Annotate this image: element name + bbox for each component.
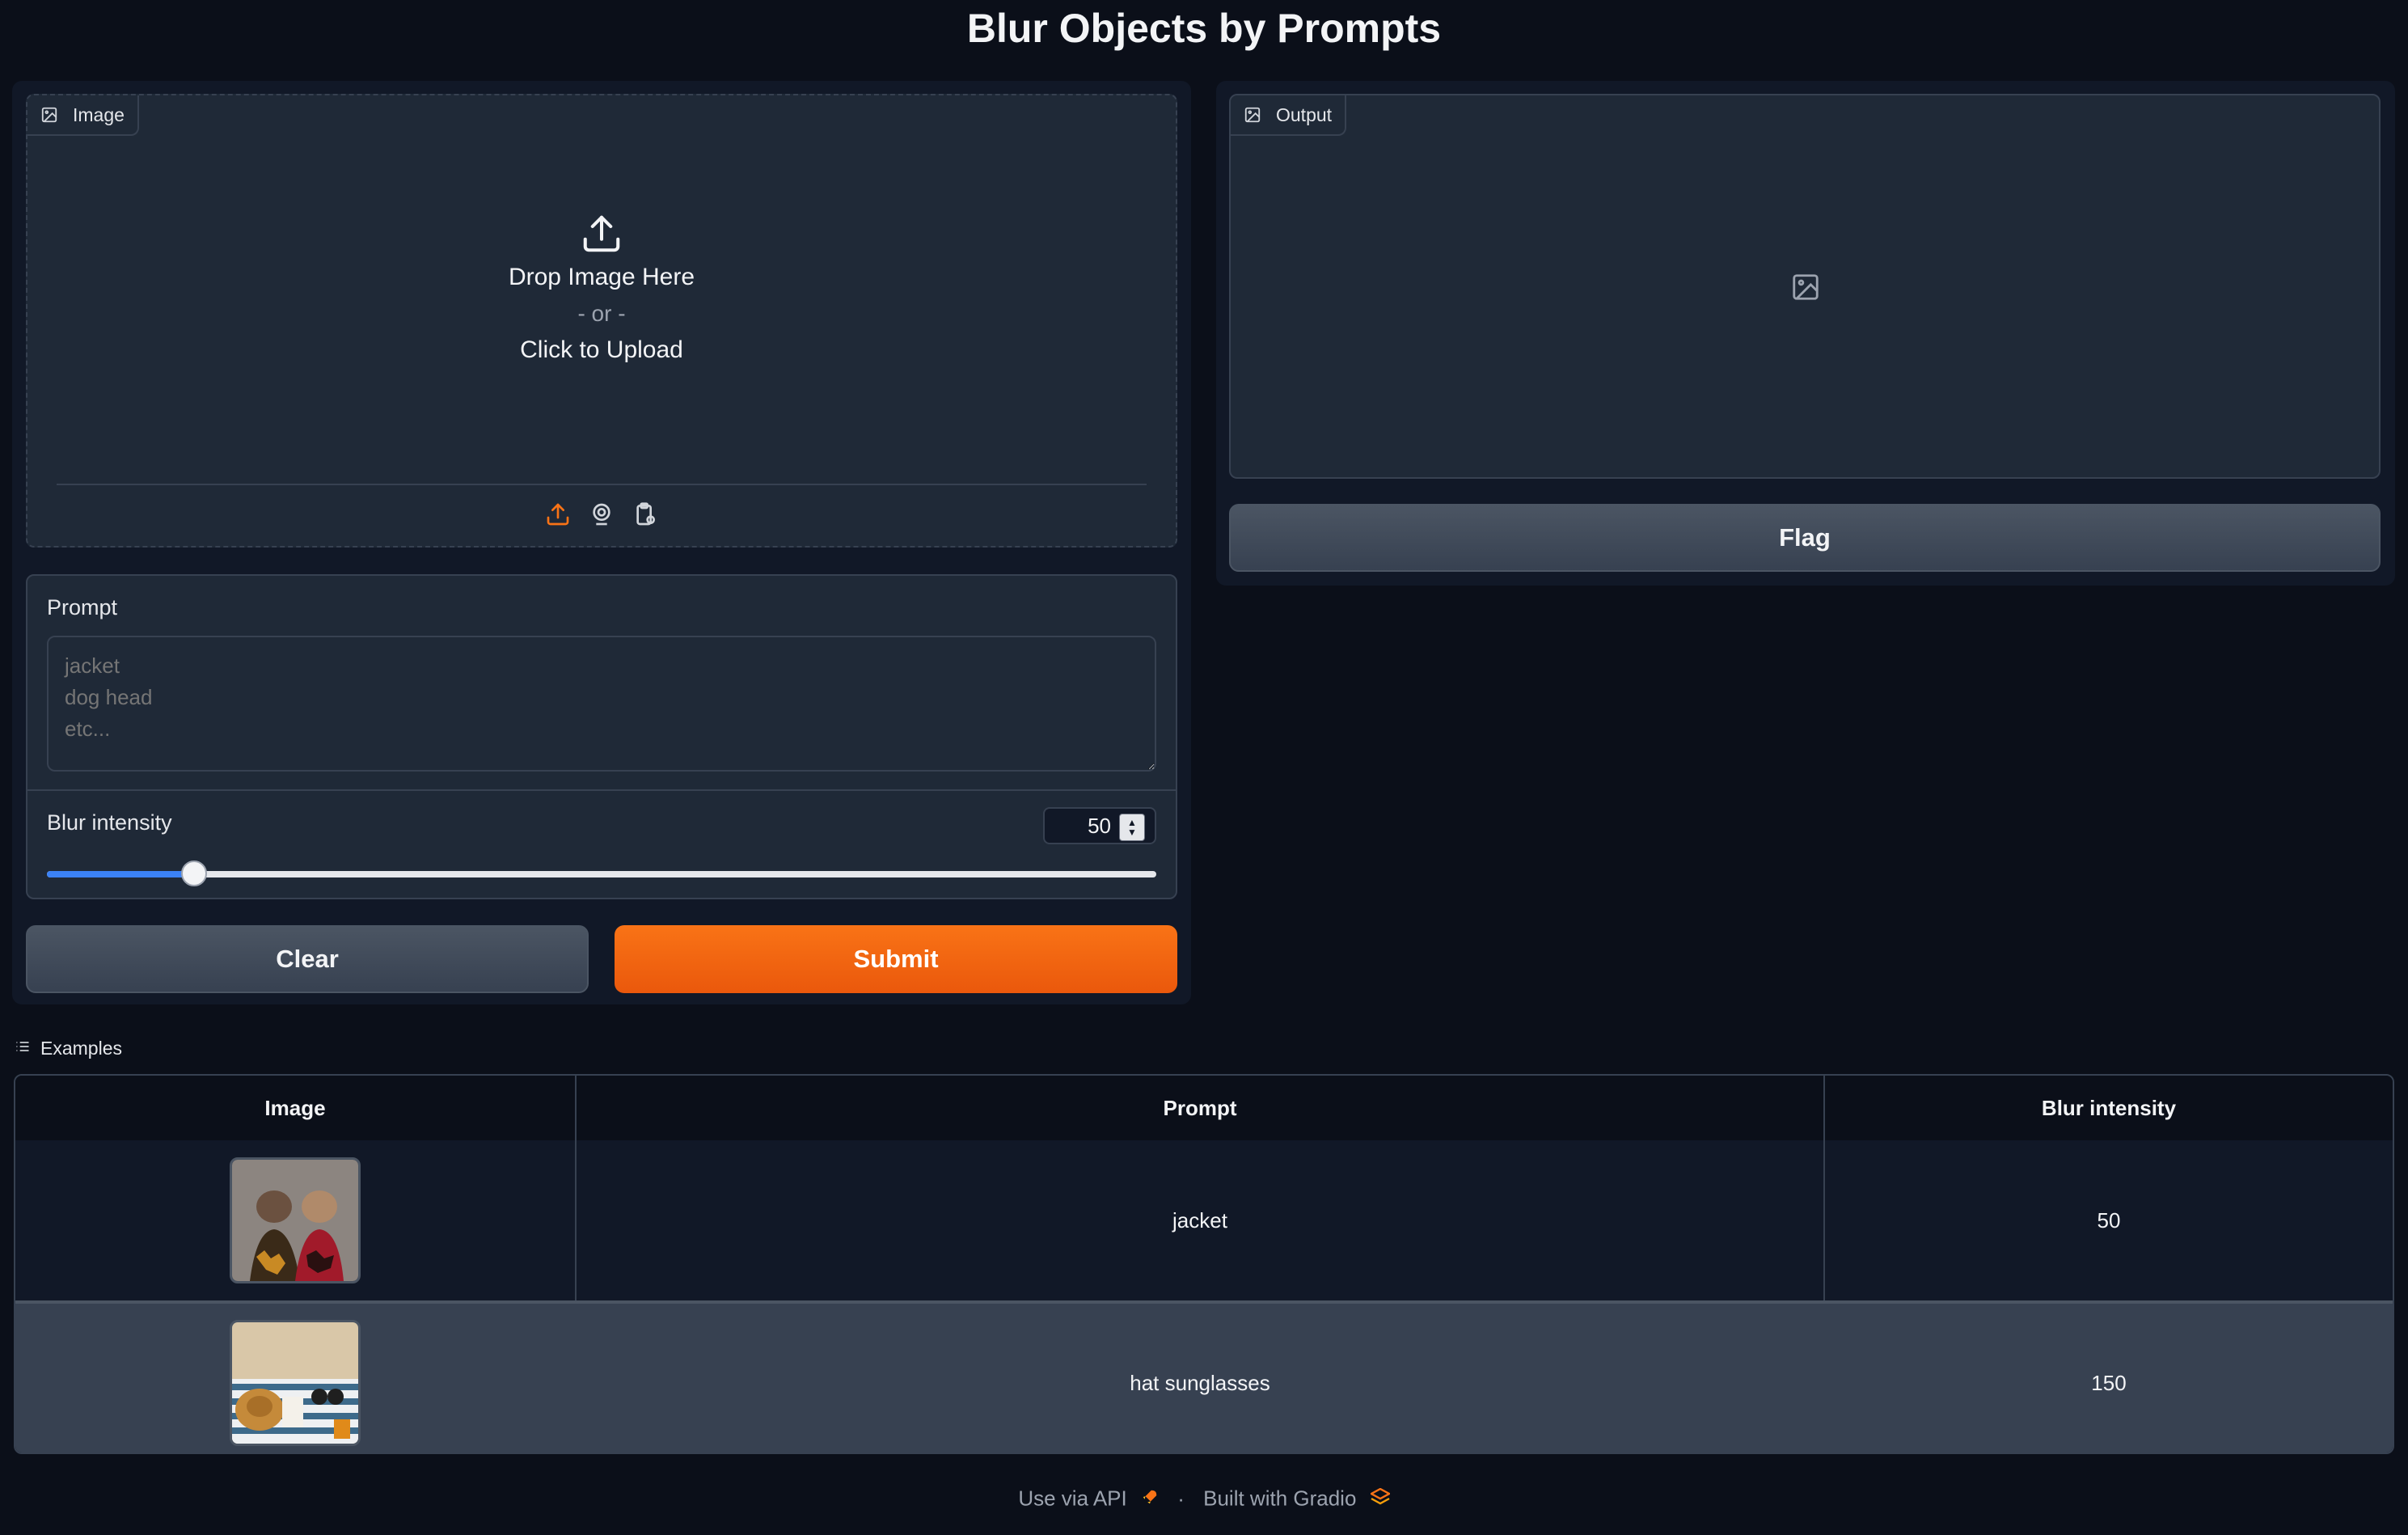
example-image-cell — [15, 1140, 577, 1302]
slider-fill — [47, 871, 195, 877]
output-label-text: Output — [1276, 104, 1333, 125]
prompt-block: Prompt Blur intensity 50 ▲▼ — [26, 574, 1177, 899]
submit-button[interactable]: Submit — [615, 925, 1177, 993]
prompt-textarea[interactable] — [47, 636, 1156, 772]
example-row[interactable]: jacket 50 — [15, 1140, 2393, 1302]
header-blur-intensity: Blur intensity — [1824, 1076, 2393, 1140]
click-to-upload-text: Click to Upload — [520, 336, 683, 363]
example-blur-cell: 150 — [1824, 1300, 2393, 1453]
prompt-divider — [27, 789, 1176, 791]
drop-image-text: Drop Image Here — [508, 264, 695, 290]
footer: Use via API · Built with Gradio — [0, 1485, 2408, 1512]
slider-thumb[interactable] — [181, 861, 208, 886]
flag-button[interactable]: Flag — [1229, 504, 2381, 572]
examples-header: Examples — [15, 1034, 122, 1063]
upload-icon[interactable] — [545, 501, 571, 531]
source-toolbar — [27, 501, 1176, 531]
rocket-icon — [1141, 1486, 1164, 1511]
example-thumbnail-dogs[interactable] — [230, 1157, 361, 1283]
image-label: Image — [27, 95, 139, 136]
examples-table: Image Prompt Blur intensity jacket 50 ha… — [14, 1074, 2394, 1454]
or-text: - or - — [577, 301, 626, 326]
output-image-area: Output — [1229, 94, 2381, 479]
gradio-logo-icon — [1369, 1486, 1392, 1511]
blur-intensity-label: Blur intensity — [47, 810, 172, 835]
image-icon — [40, 106, 58, 124]
example-prompt-cell: jacket — [576, 1140, 1825, 1302]
blur-number-value: 50 — [1088, 813, 1111, 838]
webcam-icon[interactable] — [589, 501, 615, 531]
list-icon — [15, 1038, 31, 1059]
image-label-text: Image — [73, 104, 125, 125]
examples-label-text: Examples — [40, 1037, 122, 1059]
header-image: Image — [15, 1076, 577, 1140]
output-label: Output — [1231, 95, 1347, 136]
upload-divider — [57, 484, 1147, 485]
prompt-label: Prompt — [47, 595, 118, 619]
built-with-gradio-link[interactable]: Built with Gradio — [1203, 1486, 1356, 1511]
header-prompt: Prompt — [576, 1076, 1825, 1140]
number-stepper-icon[interactable]: ▲ ▼ — [1119, 814, 1145, 841]
footer-separator: · — [1177, 1486, 1185, 1511]
example-image-cell — [15, 1300, 577, 1453]
use-via-api-link[interactable]: Use via API — [1018, 1486, 1126, 1511]
upload-arrow-icon — [27, 212, 1176, 257]
example-prompt-cell: hat sunglasses — [576, 1300, 1825, 1453]
example-thumbnail-beach[interactable] — [230, 1320, 361, 1446]
upload-prompt[interactable]: Drop Image Here - or - Click to Upload — [27, 212, 1176, 364]
example-row[interactable]: hat sunglasses 150 — [15, 1300, 2393, 1453]
clear-button[interactable]: Clear — [26, 925, 589, 993]
image-upload-area[interactable]: Image Drop Image Here - or - Click to Up… — [26, 94, 1177, 548]
example-blur-cell: 50 — [1824, 1140, 2393, 1302]
image-icon — [1244, 106, 1261, 124]
blur-number-input[interactable]: 50 ▲ ▼ — [1043, 807, 1156, 844]
empty-image-icon — [1790, 272, 1821, 307]
page-title: Blur Objects by Prompts — [966, 6, 1442, 51]
blur-slider[interactable] — [47, 861, 1156, 886]
clipboard-icon[interactable] — [632, 501, 658, 531]
